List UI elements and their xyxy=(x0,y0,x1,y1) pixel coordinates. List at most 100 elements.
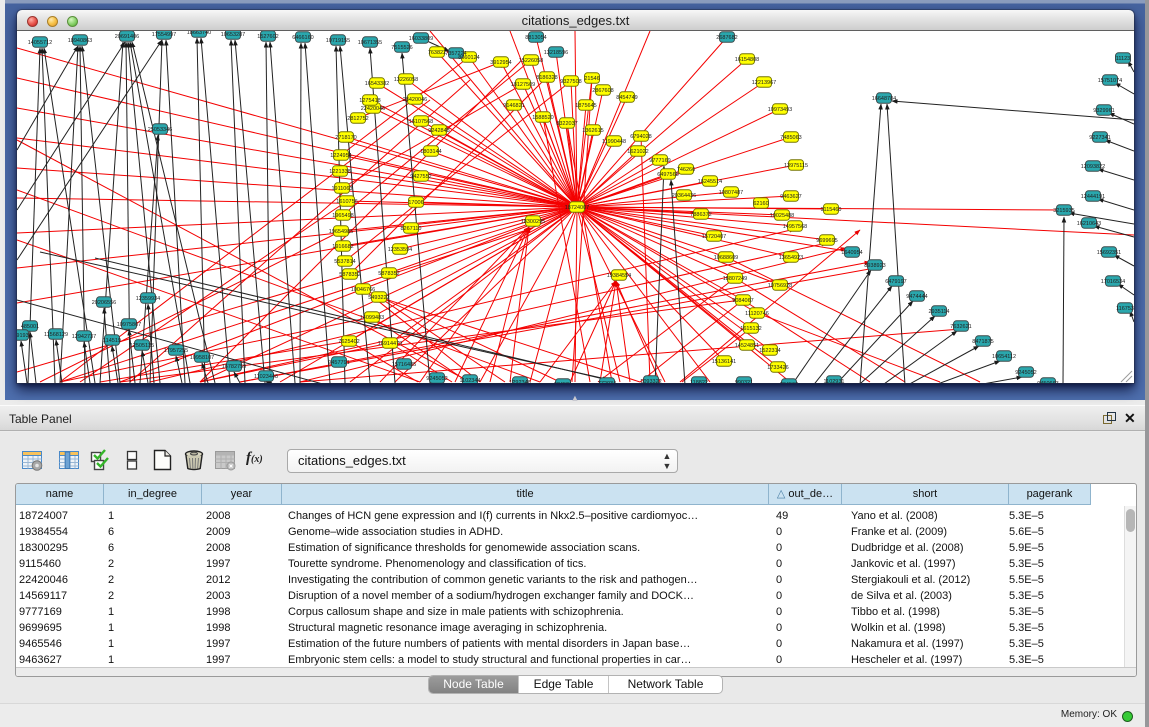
svg-text:204563: 204563 xyxy=(780,382,798,383)
svg-text:19384554: 19384554 xyxy=(607,273,631,279)
svg-text:8322037: 8322037 xyxy=(556,121,577,127)
svg-text:7485063: 7485063 xyxy=(780,135,801,141)
svg-text:1621022: 1621022 xyxy=(627,149,648,155)
svg-text:990321: 990321 xyxy=(735,380,753,383)
svg-text:12505135: 12505135 xyxy=(130,343,154,349)
svg-text:18940863: 18940863 xyxy=(68,38,92,44)
svg-text:1224954: 1224954 xyxy=(330,153,351,159)
svg-text:746266: 746266 xyxy=(677,167,695,173)
svg-text:20206556: 20206556 xyxy=(92,300,116,306)
svg-text:11023448: 11023448 xyxy=(254,374,278,380)
svg-text:10756928: 10756928 xyxy=(768,283,792,289)
svg-text:14524851: 14524851 xyxy=(735,343,759,349)
svg-text:9327508: 9327508 xyxy=(560,79,581,85)
svg-text:8471875: 8471875 xyxy=(972,339,993,345)
svg-text:9329961: 9329961 xyxy=(1093,108,1114,114)
svg-text:9463627: 9463627 xyxy=(780,194,801,200)
svg-text:6466160: 6466160 xyxy=(292,35,313,41)
svg-text:12213967: 12213967 xyxy=(752,80,776,86)
svg-text:12093822: 12093822 xyxy=(1081,164,1105,170)
svg-text:10025488: 10025488 xyxy=(770,213,794,219)
svg-text:3912954: 3912954 xyxy=(490,60,511,66)
svg-text:1522314: 1522314 xyxy=(759,348,780,354)
svg-text:984521: 984521 xyxy=(554,382,572,383)
svg-text:39193: 39193 xyxy=(17,333,29,339)
svg-text:10807487: 10807487 xyxy=(719,190,743,196)
svg-text:1733426: 1733426 xyxy=(767,365,788,371)
svg-text:9427552: 9427552 xyxy=(410,174,431,180)
svg-text:12359934: 12359934 xyxy=(136,296,160,302)
svg-text:18663740: 18663740 xyxy=(187,31,211,36)
svg-text:22420046: 22420046 xyxy=(361,106,385,112)
svg-text:17957255: 17957255 xyxy=(164,348,188,354)
svg-text:1102344: 1102344 xyxy=(459,378,480,383)
svg-text:3215935: 3215935 xyxy=(1053,208,1074,214)
svg-text:1102931: 1102931 xyxy=(823,379,844,383)
svg-text:18807249: 18807249 xyxy=(723,276,747,282)
svg-text:5537814: 5537814 xyxy=(334,259,355,265)
svg-text:10973493: 10973493 xyxy=(768,107,792,113)
svg-text:12444191: 12444191 xyxy=(1081,194,1105,200)
svg-text:14055712: 14055712 xyxy=(28,40,52,46)
svg-text:62160: 62160 xyxy=(753,201,768,207)
svg-text:9699695: 9699695 xyxy=(816,238,837,244)
svg-text:15720407: 15720407 xyxy=(702,234,726,240)
svg-text:7632621: 7632621 xyxy=(950,324,971,330)
svg-text:17006: 17006 xyxy=(408,200,423,206)
svg-text:16107568: 16107568 xyxy=(409,119,433,125)
svg-text:1803144: 1803144 xyxy=(420,149,441,155)
svg-text:2867608: 2867608 xyxy=(592,88,613,94)
svg-text:16914479: 16914479 xyxy=(378,341,402,347)
svg-text:13654923: 13654923 xyxy=(779,255,803,261)
svg-text:13975115: 13975115 xyxy=(784,163,808,169)
svg-text:16154808: 16154808 xyxy=(735,57,759,63)
svg-text:2687682: 2687682 xyxy=(716,35,737,41)
svg-text:14099483: 14099483 xyxy=(360,315,384,321)
svg-text:18724007: 18724007 xyxy=(565,205,589,211)
svg-text:9457791: 9457791 xyxy=(328,360,349,366)
svg-text:13226058: 13226058 xyxy=(394,77,418,83)
svg-text:8186328: 8186328 xyxy=(536,75,557,81)
svg-text:1640954: 1640954 xyxy=(841,250,862,256)
svg-text:16782759: 16782759 xyxy=(222,364,246,370)
svg-text:118822: 118822 xyxy=(690,380,708,383)
svg-text:1965498: 1965498 xyxy=(332,213,353,219)
svg-text:21546: 21546 xyxy=(584,76,599,82)
svg-text:9146821: 9146821 xyxy=(503,103,524,109)
svg-text:6794028: 6794028 xyxy=(630,134,651,140)
svg-text:11568129: 11568129 xyxy=(44,332,68,338)
svg-text:9084067: 9084067 xyxy=(732,298,753,304)
svg-text:10046766: 10046766 xyxy=(351,287,375,293)
svg-text:1615132: 1615132 xyxy=(740,326,761,332)
svg-text:15226058: 15226058 xyxy=(519,58,543,64)
svg-text:9115460: 9115460 xyxy=(820,207,841,213)
svg-text:10958107: 10958107 xyxy=(190,355,214,361)
svg-text:6497568: 6497568 xyxy=(657,172,678,178)
svg-text:10654112: 10654112 xyxy=(992,354,1016,360)
svg-text:17554997: 17554997 xyxy=(152,32,176,38)
svg-text:18127509: 18127509 xyxy=(511,82,535,88)
svg-text:20364436: 20364436 xyxy=(672,193,696,199)
svg-text:1916682: 1916682 xyxy=(332,244,353,250)
svg-text:12353594: 12353594 xyxy=(388,247,412,253)
svg-text:20691406: 20691406 xyxy=(115,34,139,40)
svg-text:16245514: 16245514 xyxy=(698,179,722,185)
svg-text:9474444: 9474444 xyxy=(906,294,927,300)
svg-text:7357224: 7357224 xyxy=(445,51,466,57)
svg-text:8267110: 8267110 xyxy=(400,226,421,232)
svg-text:1275418: 1275418 xyxy=(359,98,380,104)
svg-text:1588520: 1588520 xyxy=(532,115,553,121)
svg-text:8454749: 8454749 xyxy=(616,95,637,101)
svg-text:16033809: 16033809 xyxy=(409,36,433,42)
svg-text:11120746: 11120746 xyxy=(745,311,769,317)
svg-text:1527602: 1527602 xyxy=(257,34,278,40)
svg-text:116753: 116753 xyxy=(1116,306,1134,312)
svg-text:5493222: 5493222 xyxy=(368,295,389,301)
svg-text:2935114: 2935114 xyxy=(928,309,949,315)
svg-text:13218596: 13218596 xyxy=(544,50,568,56)
svg-text:16543382: 16543382 xyxy=(365,81,389,87)
svg-text:8938923: 8938923 xyxy=(864,263,885,269)
svg-text:9242848: 9242848 xyxy=(428,128,449,134)
svg-text:23420046: 23420046 xyxy=(403,97,427,103)
svg-text:2812752: 2812752 xyxy=(347,116,368,122)
